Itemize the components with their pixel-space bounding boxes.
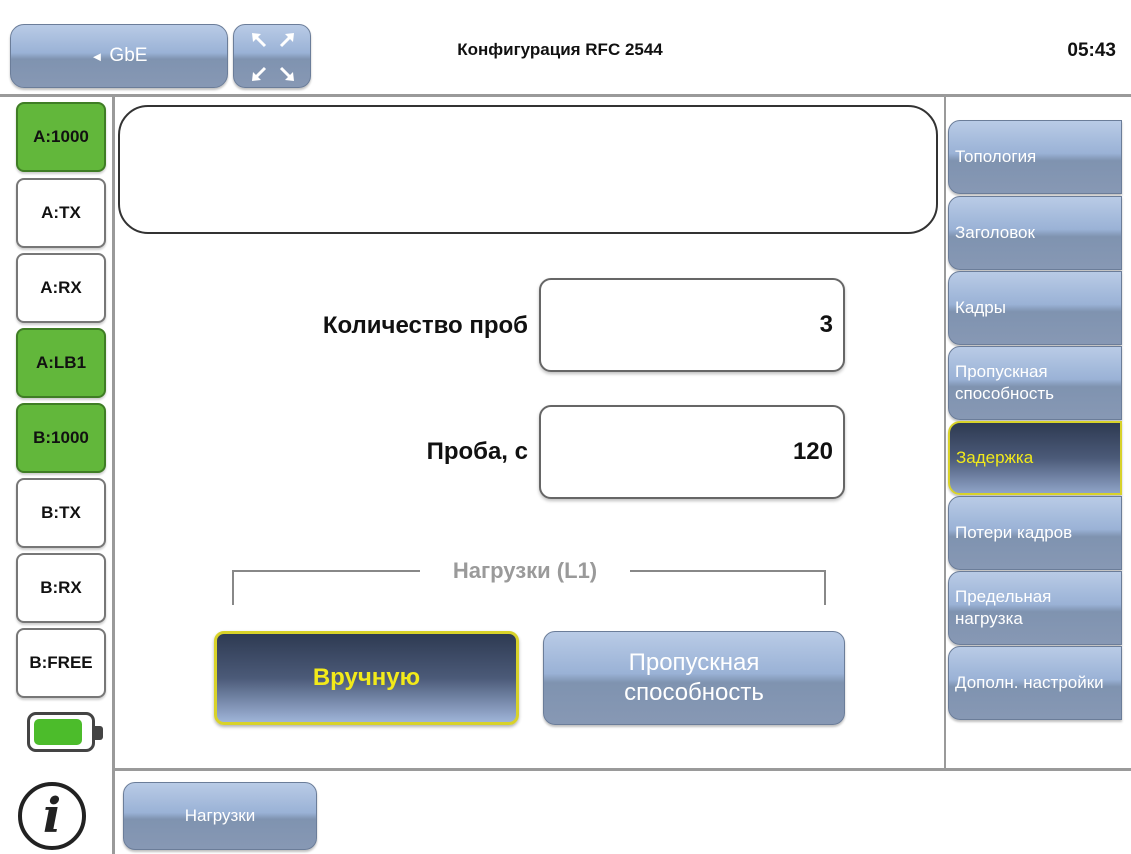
trial-duration-field[interactable]: 120 [539,405,845,499]
port-b-1000-button[interactable]: B:1000 [16,403,106,473]
tab-advanced-settings[interactable]: Дополн. настройки [948,646,1122,720]
fullscreen-button[interactable] [233,24,311,88]
tab-throughput-label: Пропускная способность [955,362,1055,403]
group-bracket-right-leg [824,570,826,605]
tab-header[interactable]: Заголовок [948,196,1122,270]
tab-frame-loss[interactable]: Потери кадров [948,496,1122,570]
page-title: Конфигурация RFC 2544 [457,40,663,59]
right-divider [944,97,946,770]
group-bracket-left-leg [232,570,234,605]
back-button[interactable]: ◄ GbE [10,24,228,88]
port-a-1000-button[interactable]: A:1000 [16,102,106,172]
tab-header-label: Заголовок [955,223,1035,242]
info-panel [118,105,938,234]
port-a-tx-button[interactable]: A:TX [16,178,106,248]
battery-icon [27,712,95,752]
left-divider [112,97,115,854]
tab-frame-loss-label: Потери кадров [955,523,1073,542]
tab-max-load[interactable]: Предельная нагрузка [948,571,1122,645]
back-button-label: GbE [109,45,148,66]
port-b-rx-button[interactable]: B:RX [16,553,106,623]
tab-frames-label: Кадры [955,298,1006,317]
port-b-tx-button[interactable]: B:TX [16,478,106,548]
loads-group-caption: Нагрузки (L1) [420,558,630,584]
battery-tip [93,726,103,740]
back-arrow-icon: ◄ [90,48,104,64]
tab-throughput[interactable]: Пропускная способность [948,346,1122,420]
clock: 05:43 [1067,40,1116,61]
expand-arrows-icon [252,33,294,81]
tab-max-load-label: Предельная нагрузка [955,587,1052,628]
bottom-divider [115,768,1131,771]
tab-frames[interactable]: Кадры [948,271,1122,345]
manual-mode-button[interactable]: Вручную [214,631,519,725]
battery-level [34,719,82,745]
trial-duration-label: Проба, с [426,438,528,465]
trials-count-label: Количество проб [322,312,528,339]
header-divider [0,94,1131,97]
info-icon[interactable]: i [18,782,86,850]
port-a-rx-button[interactable]: A:RX [16,253,106,323]
port-a-lb1-button[interactable]: A:LB1 [16,328,106,398]
tab-latency[interactable]: Задержка [948,421,1122,495]
loads-button[interactable]: Нагрузки [123,782,317,850]
tab-topology[interactable]: Топология [948,120,1122,194]
tab-latency-label: Задержка [956,448,1034,467]
throughput-mode-label: Пропускная способность [624,649,764,706]
group-bracket-left [232,570,428,572]
port-b-free-button[interactable]: B:FREE [16,628,106,698]
tab-advanced-settings-label: Дополн. настройки [955,673,1104,692]
group-bracket-right [622,570,826,572]
trials-count-field[interactable]: 3 [539,278,845,372]
tab-topology-label: Топология [955,147,1037,166]
throughput-mode-button[interactable]: Пропускная способность [543,631,845,725]
